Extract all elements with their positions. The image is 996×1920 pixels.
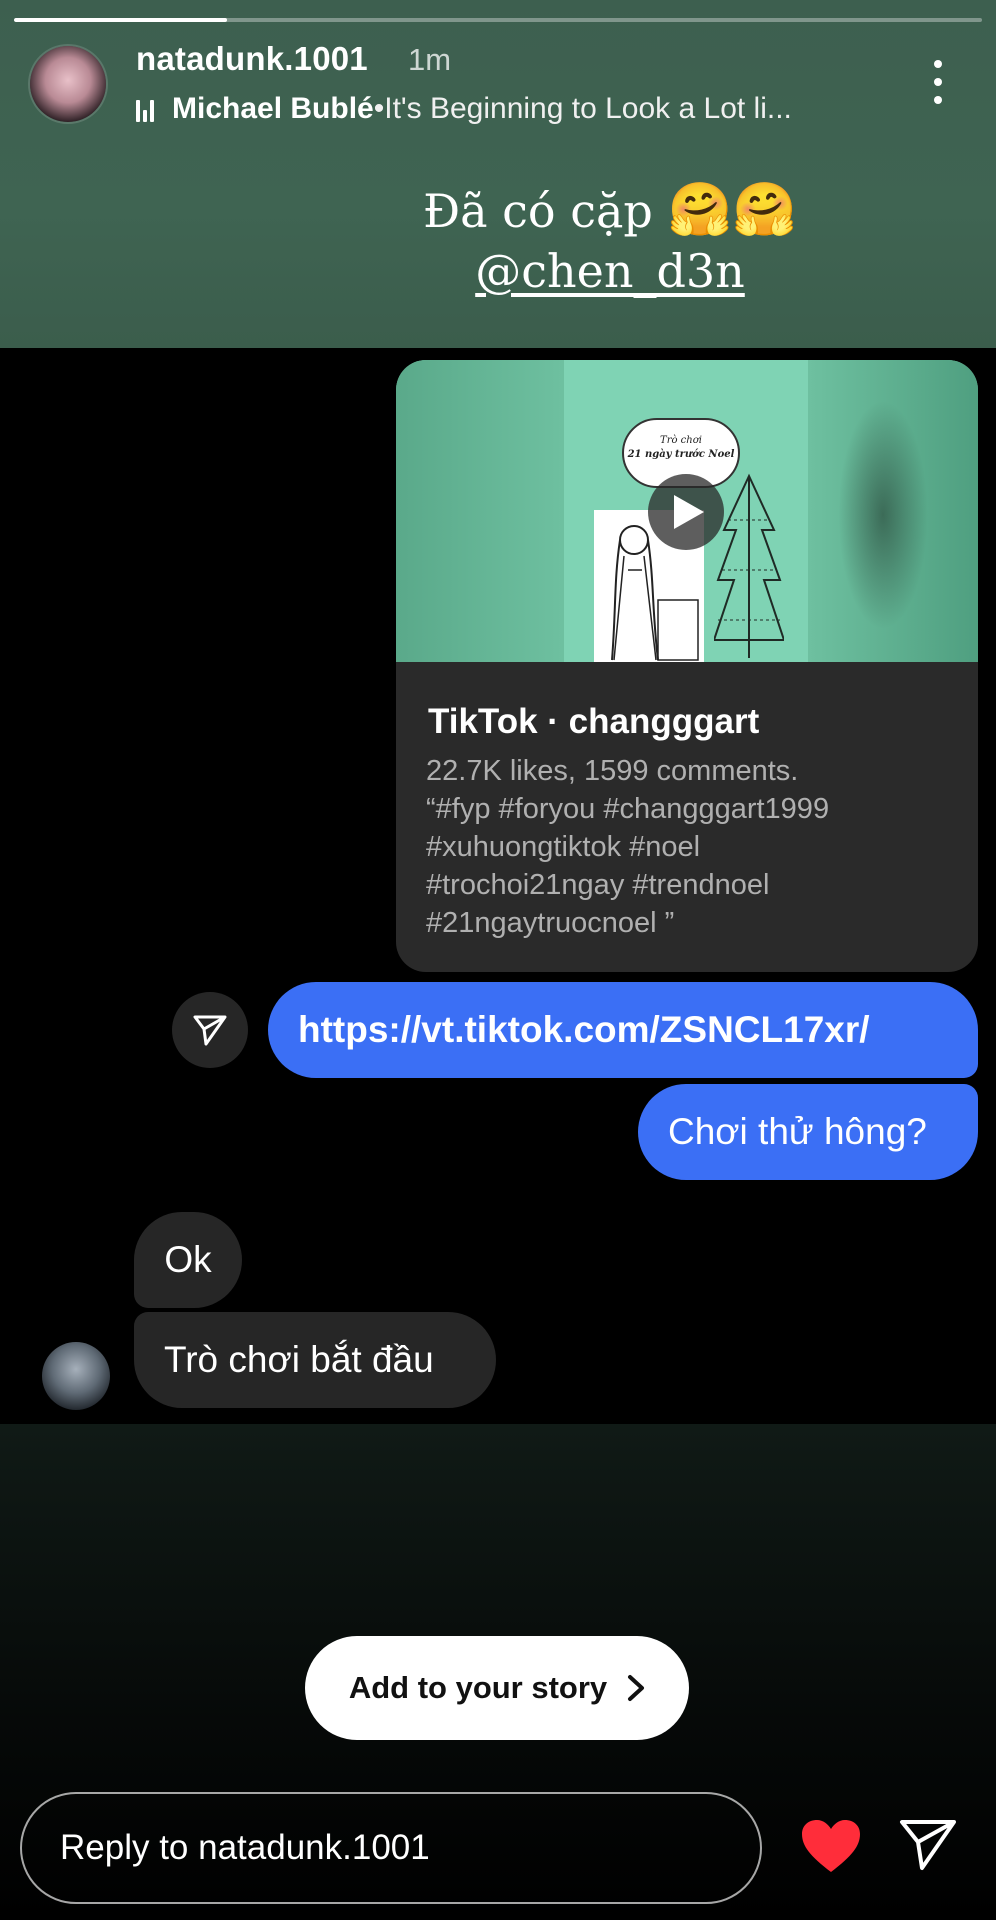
story-progress-bar <box>14 18 982 22</box>
music-song: It's Beginning to Look a Lot li... <box>384 92 792 125</box>
music-bars-icon <box>136 96 162 122</box>
music-artist: Michael Bublé <box>172 92 374 125</box>
add-to-story-label: Add to your story <box>348 1670 608 1705</box>
story-progress-fill <box>14 18 227 22</box>
reply-input[interactable]: Reply to natadunk.1001 <box>20 1792 762 1904</box>
chat-partner-avatar <box>42 1342 110 1410</box>
received-start-message: Trò chơi bắt đầu <box>134 1312 496 1408</box>
caption-mention-link[interactable]: @chen_d3n <box>475 244 745 298</box>
christmas-tree-illustration <box>714 473 784 658</box>
tiktok-card-title: TikTok · changggart <box>428 702 760 741</box>
received-ok-message: Ok <box>134 1212 242 1308</box>
more-vertical-icon[interactable] <box>924 60 952 104</box>
music-separator: • <box>373 92 385 125</box>
story-music[interactable]: Michael Bublé • It's Beginning to Look a… <box>136 92 792 126</box>
tiktok-share-card[interactable]: Trò chơi 21 ngày trước Noel TikTok · cha… <box>396 360 978 972</box>
send-icon[interactable] <box>898 1814 958 1874</box>
story-caption: Đã có cặp 🤗🤗 @chen_d3n <box>380 180 840 301</box>
heart-icon[interactable] <box>800 1818 862 1874</box>
chevron-right-icon <box>628 1675 645 1701</box>
story-header: natadunk.1001 1m Michael Bublé • It's Be… <box>0 0 996 348</box>
caption-text: Đã có cặp <box>422 184 653 238</box>
sent-link-message[interactable]: https://vt.tiktok.com/ZSNCL17xr/ <box>268 982 978 1078</box>
hugging-emoji: 🤗🤗 <box>667 180 798 240</box>
story-time: 1m <box>408 42 452 77</box>
tiktok-card-description: 22.7K likes, 1599 comments. “#fyp #foryo… <box>426 755 830 939</box>
avatar[interactable] <box>30 46 106 122</box>
play-icon[interactable] <box>648 474 724 550</box>
reply-placeholder: Reply to natadunk.1001 <box>60 1828 430 1867</box>
add-to-story-button[interactable]: Add to your story <box>305 1636 689 1740</box>
share-send-icon[interactable] <box>172 992 248 1068</box>
tiktok-thumbnail: Trò chơi 21 ngày trước Noel <box>396 360 978 662</box>
sent-question-message: Chơi thử hông? <box>638 1084 978 1180</box>
story-username[interactable]: natadunk.1001 <box>136 40 368 78</box>
